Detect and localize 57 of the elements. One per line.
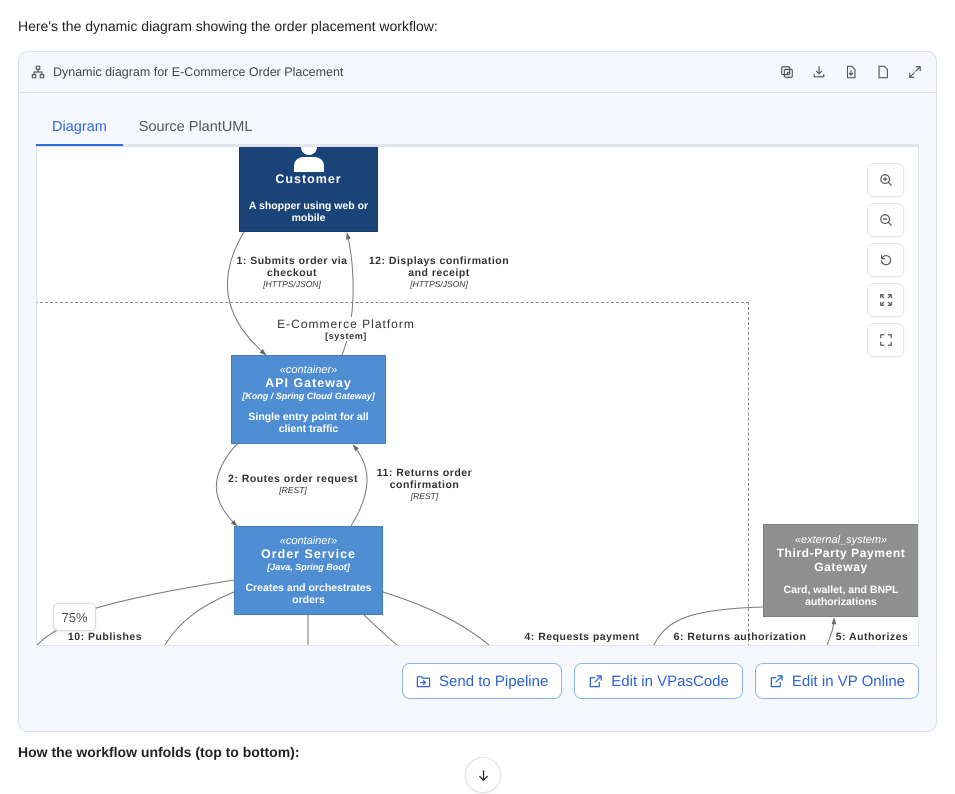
- intro-text: Here's the dynamic diagram showing the order placement workflow:: [18, 17, 439, 35]
- connector-arrow: [826, 617, 836, 645]
- message-label: 11: Returns order confirmation: [376, 467, 474, 491]
- node-technology: [Kong / Spring Cloud Gateway]: [242, 391, 375, 401]
- message-label: 4: Requests payment: [524, 631, 640, 643]
- node-title: Third-Party Payment Gateway: [776, 546, 906, 574]
- fit-to-screen-button[interactable]: [867, 283, 904, 317]
- download-icon: [812, 65, 826, 79]
- message-protocol: [HTTPS/JSON]: [263, 279, 321, 290]
- message-label: 5: Authorizes: [836, 631, 908, 643]
- copy-image-icon: [780, 65, 794, 79]
- message-protocol: [REST]: [410, 491, 438, 502]
- node-title: Order Service: [261, 547, 356, 561]
- zoom-out-button[interactable]: [867, 203, 904, 237]
- edit-button[interactable]: Edit in VPasCode: [574, 663, 743, 699]
- panel-title: Dynamic diagram for E-Commerce Order Placement: [53, 65, 344, 79]
- reset-icon: [878, 253, 892, 267]
- section-heading: How the workflow unfolds (top to bottom):: [18, 744, 300, 760]
- node-stereotype: «container»: [280, 535, 338, 547]
- node-description: Card, wallet, and BNPL authorizations: [782, 584, 900, 608]
- message-protocol: [HTTPS/JSON]: [410, 279, 468, 290]
- node-technology: [Java, Spring Boot]: [267, 562, 350, 572]
- message-label: 12: Displays confirmation and receipt: [368, 255, 510, 279]
- message-label: 1: Submits order via checkout: [236, 255, 348, 279]
- node-stereotype: «container»: [280, 364, 338, 376]
- tab[interactable]: Source PlantUML: [122, 111, 268, 146]
- message-protocol: [REST]: [279, 485, 307, 496]
- node-title: Customer: [275, 172, 342, 186]
- zoom-level: 75%: [53, 603, 96, 631]
- copy-image-button[interactable]: [778, 63, 796, 81]
- fullscreen-button[interactable]: [867, 323, 904, 357]
- expand-icon: [908, 65, 922, 79]
- external-link-icon: [588, 674, 604, 688]
- zoom-out-icon: [878, 213, 892, 227]
- boundary-type: [system]: [325, 331, 367, 341]
- send-to-pipeline-button[interactable]: Send to Pipeline: [402, 663, 562, 699]
- message-label: 10: Publishes: [68, 631, 142, 643]
- message-label: 2: Routes order request: [228, 473, 358, 485]
- fit-to-screen-icon: [878, 293, 892, 307]
- fullscreen-icon: [878, 333, 892, 347]
- message-label: 6: Returns authorization: [674, 631, 806, 643]
- zoom-in-icon: [878, 173, 892, 187]
- node-description: A shopper using web or mobile: [248, 200, 369, 224]
- external-link-icon: [768, 674, 784, 688]
- edit-button[interactable]: Edit in VP Online: [754, 663, 919, 699]
- file-download-icon: [844, 65, 858, 79]
- zoom-in-button[interactable]: [867, 163, 904, 197]
- expand-button[interactable]: [906, 63, 924, 81]
- node-title: API Gateway: [265, 376, 352, 390]
- hierarchy-icon: [31, 65, 45, 79]
- node-description: Single entry point for all client traffic: [247, 411, 370, 435]
- folder-arrow-icon: [416, 674, 432, 688]
- boundary-title: E-Commerce Platform: [277, 317, 415, 331]
- file-icon: [876, 65, 890, 79]
- node-description: Creates and orchestrates orders: [244, 582, 373, 606]
- node-stereotype: «external_system»: [794, 534, 888, 546]
- reset-view-button[interactable]: [867, 243, 904, 277]
